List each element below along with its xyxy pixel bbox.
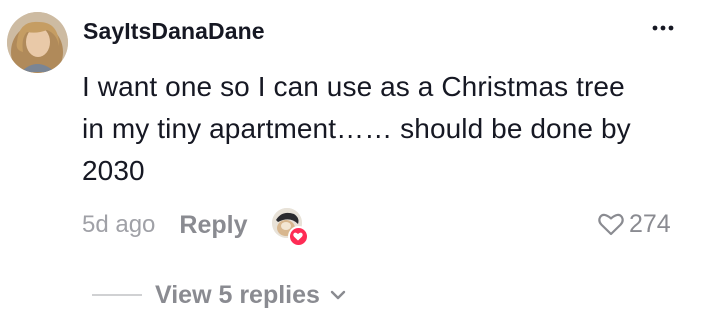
comment-text-line: in my tiny apartment…… should be done by	[82, 113, 631, 144]
more-options-button[interactable]	[650, 18, 676, 38]
like-button[interactable]: 274	[598, 206, 671, 242]
like-count: 274	[629, 209, 671, 238]
comment-meta-row: 5d ago Reply	[82, 205, 309, 247]
avatar-image	[7, 12, 68, 73]
comment-text: I want one so I can use as a Christmas t…	[82, 66, 682, 192]
comment-item: SayItsDanaDane I want one so I can use a…	[0, 0, 701, 319]
replies-divider	[92, 294, 142, 296]
chevron-glyph	[330, 290, 346, 300]
heart-glyph	[293, 232, 303, 241]
reply-button[interactable]: Reply	[179, 211, 247, 240]
more-horizontal-icon	[652, 25, 674, 31]
view-replies-label: View 5 replies	[155, 280, 320, 309]
comment-username[interactable]: SayItsDanaDane	[83, 18, 265, 45]
creator-liked-indicator	[271, 208, 309, 247]
comment-text-line: I want one so I can use as a Christmas t…	[82, 71, 625, 102]
chevron-down-icon	[330, 287, 346, 303]
heart-filled-icon	[287, 226, 309, 247]
avatar[interactable]	[7, 12, 68, 73]
view-replies-button[interactable]: View 5 replies	[92, 278, 346, 312]
heart-outline-icon	[598, 213, 624, 236]
comment-text-line: 2030	[82, 155, 145, 186]
comment-timestamp: 5d ago	[82, 211, 156, 238]
